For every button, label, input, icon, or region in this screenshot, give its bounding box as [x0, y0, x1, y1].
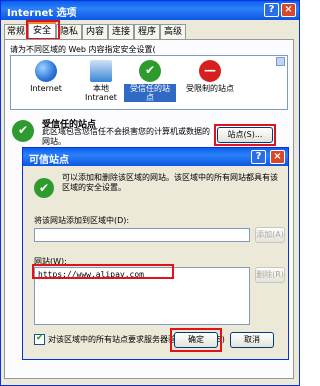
check-icon: ✔ — [139, 60, 161, 82]
dialog-help-button[interactable]: ? — [251, 150, 266, 164]
help-button[interactable]: ? — [264, 3, 279, 17]
dialog-close-button[interactable]: × — [270, 150, 285, 164]
highlight-ok-button — [170, 328, 222, 352]
window-title: Internet 选项 — [7, 8, 77, 19]
check-icon: ✔ — [34, 178, 54, 198]
dialog-title: 可信站点 — [29, 155, 69, 166]
tab-connections[interactable]: 连接 — [108, 24, 134, 40]
zone-label: 受限制的站点 — [186, 84, 234, 93]
highlight-security-tab — [26, 20, 60, 40]
globe-icon — [35, 60, 57, 82]
title-bar: Internet 选项 ? × — [1, 1, 299, 20]
tab-general[interactable]: 常规 — [4, 24, 28, 40]
zone-intranet[interactable]: 本地 Intranet — [75, 60, 127, 102]
highlight-sites-button — [214, 124, 276, 146]
zone-scroll-up[interactable] — [276, 57, 285, 66]
tab-advanced[interactable]: 高级 — [160, 24, 186, 40]
highlight-site-entry — [32, 264, 174, 279]
add-button[interactable]: 添加(A) — [255, 227, 285, 243]
dialog-title-bar: 可信站点 ? × — [23, 148, 288, 166]
section-description: 此区域包含您信任不会损害您的计算机或数据的网站。 — [42, 127, 210, 146]
close-button[interactable]: × — [281, 3, 296, 17]
cancel-button[interactable]: 取消 — [230, 332, 274, 348]
intranet-icon — [90, 60, 112, 82]
zone-label: 本地 Intranet — [85, 84, 117, 102]
dialog-description: 可以添加和删除该区域的网站。该区域中的所有网站都具有该区域的安全设置。 — [62, 173, 278, 192]
add-site-input[interactable] — [34, 228, 250, 242]
tab-programs[interactable]: 程序 — [134, 24, 160, 40]
remove-button[interactable]: 删除(R) — [255, 267, 285, 283]
zone-internet[interactable]: Internet — [20, 60, 72, 93]
zone-restricted[interactable]: — 受限制的站点 — [180, 60, 240, 93]
add-site-label: 将该网站添加到区域中(D): — [34, 216, 130, 225]
trusted-zone-icon: ✔ — [12, 120, 34, 142]
restricted-icon: — — [199, 60, 221, 82]
tab-content[interactable]: 内容 — [82, 24, 108, 40]
zone-trusted[interactable]: ✔ 受信任的站 点 — [124, 60, 176, 102]
zone-instruction: 请为不同区域的 Web 内容指定安全设置( — [10, 45, 156, 54]
zone-label: Internet — [30, 84, 62, 93]
zone-label: 受信任的站 点 — [124, 84, 176, 102]
require-https-checkbox[interactable] — [34, 333, 45, 345]
